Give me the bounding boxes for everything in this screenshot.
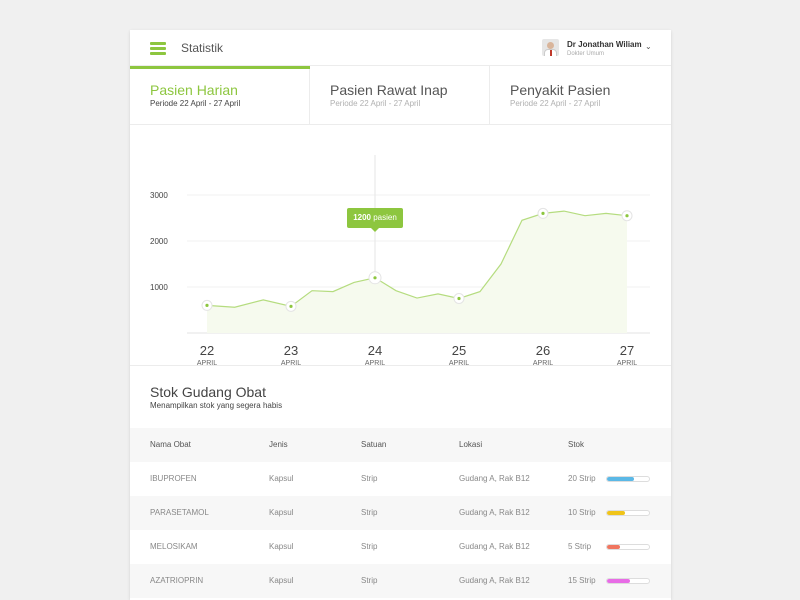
y-tick-label: 1000: [150, 283, 168, 292]
stock-section-title: Stok Gudang Obat: [150, 384, 266, 400]
avatar[interactable]: [542, 39, 559, 56]
x-tick-month: APRIL: [617, 360, 637, 366]
column-header-stock[interactable]: Stok: [568, 428, 584, 462]
y-tick-label: 2000: [150, 237, 168, 246]
medicine-location: Gudang A, Rak B12: [459, 474, 530, 483]
series-area: [207, 211, 627, 333]
medicine-name: PARASETAMOL: [150, 508, 209, 517]
stock-level-fill: [607, 579, 631, 583]
line-chart: 3000 2000 1000 22 APRIL 23 APRIL 24 APRIL 25 APRIL…: [150, 155, 650, 366]
data-point-dot: [625, 214, 629, 218]
tab-period: Periode 22 April - 27 April: [330, 99, 421, 108]
stock-level-fill: [607, 477, 635, 481]
data-point-dot: [457, 296, 461, 301]
medicine-type: Kapsul: [269, 542, 294, 551]
stock-level-bar: [606, 476, 650, 482]
x-tick-day: 22: [200, 343, 214, 358]
medicine-unit: Strip: [361, 576, 378, 585]
top-bar: Statistik Dr Jonathan Wiliam Dokter Umum…: [130, 30, 671, 66]
medicine-location: Gudang A, Rak B12: [459, 508, 530, 517]
tab-period: Periode 22 April - 27 April: [510, 99, 601, 108]
column-header-name[interactable]: Nama Obat: [150, 428, 191, 462]
medicine-type: Kapsul: [269, 508, 294, 517]
table-row[interactable]: AZATRIOPRIN Kapsul Strip Gudang A, Rak B…: [130, 564, 671, 598]
stock-level-bar: [606, 510, 650, 516]
tab-label: Pasien Rawat Inap: [330, 82, 448, 98]
medicine-stock: 10 Strip: [568, 508, 596, 517]
stock-section-subtitle: Menampilkan stok yang segera habis: [150, 401, 283, 410]
x-tick-day: 24: [368, 343, 382, 358]
medicine-unit: Strip: [361, 474, 378, 483]
x-tick-day: 26: [536, 343, 550, 358]
table-row[interactable]: IBUPROFEN Kapsul Strip Gudang A, Rak B12…: [130, 462, 671, 496]
x-tick-day: 27: [620, 343, 634, 358]
user-role: Dokter Umum: [567, 51, 605, 57]
tab-penyakit-pasien[interactable]: Penyakit Pasien Periode 22 April - 27 Ap…: [490, 66, 671, 125]
x-tick-month: APRIL: [281, 360, 301, 366]
dashboard-card: Statistik Dr Jonathan Wiliam Dokter Umum…: [130, 30, 671, 600]
page-title: Statistik: [181, 41, 224, 55]
x-tick-day: 23: [284, 343, 298, 358]
daily-patients-chart: 3000 2000 1000 22 APRIL 23 APRIL 24 APRIL 25 APRIL…: [130, 125, 671, 366]
column-header-location[interactable]: Lokasi: [459, 428, 482, 462]
menu-icon[interactable]: [150, 42, 166, 55]
medicine-name: IBUPROFEN: [150, 474, 197, 483]
active-tab-indicator: [130, 66, 310, 69]
data-point-dot: [373, 276, 377, 280]
tooltip-value: 1200: [353, 213, 371, 222]
tab-label: Penyakit Pasien: [510, 82, 611, 98]
x-tick-day: 25: [452, 343, 466, 358]
medicine-name: MELOSIKAM: [150, 542, 198, 551]
stock-level-bar: [606, 544, 650, 550]
medicine-stock: 5 Strip: [568, 542, 592, 551]
stock-table: Nama Obat Jenis Satuan Lokasi Stok IBUPR…: [130, 428, 671, 598]
user-name[interactable]: Dr Jonathan Wiliam: [567, 40, 642, 49]
tab-period: Periode 22 April - 27 April: [150, 99, 241, 108]
medicine-unit: Strip: [361, 542, 378, 551]
medicine-type: Kapsul: [269, 474, 294, 483]
medicine-type: Kapsul: [269, 576, 294, 585]
x-tick-month: APRIL: [365, 360, 385, 366]
data-point-dot: [289, 304, 293, 308]
y-tick-label: 3000: [150, 191, 168, 200]
tooltip-unit: pasien: [373, 213, 397, 222]
x-tick-month: APRIL: [449, 360, 469, 366]
stock-level-fill: [607, 545, 620, 549]
table-row[interactable]: PARASETAMOL Kapsul Strip Gudang A, Rak B…: [130, 496, 671, 530]
tab-label: Pasien Harian: [150, 82, 238, 98]
medicine-location: Gudang A, Rak B12: [459, 542, 530, 551]
stock-level-bar: [606, 578, 650, 584]
medicine-name: AZATRIOPRIN: [150, 576, 204, 585]
tab-pasien-rawat-inap[interactable]: Pasien Rawat Inap Periode 22 April - 27 …: [310, 66, 490, 125]
data-point-dot: [205, 303, 209, 307]
table-header: Nama Obat Jenis Satuan Lokasi Stok: [130, 428, 671, 462]
column-header-type[interactable]: Jenis: [269, 428, 288, 462]
chart-tooltip: 1200 pasien: [347, 208, 403, 232]
medicine-stock: 15 Strip: [568, 576, 596, 585]
column-header-unit[interactable]: Satuan: [361, 428, 386, 462]
table-row[interactable]: MELOSIKAM Kapsul Strip Gudang A, Rak B12…: [130, 530, 671, 564]
chevron-down-icon[interactable]: ⌄: [645, 42, 652, 51]
medicine-stock: 20 Strip: [568, 474, 596, 483]
x-tick-month: APRIL: [533, 360, 553, 366]
tab-pasien-harian[interactable]: Pasien Harian Periode 22 April - 27 Apri…: [130, 66, 310, 125]
tab-bar: Pasien Harian Periode 22 April - 27 Apri…: [130, 66, 671, 125]
stock-level-fill: [607, 511, 625, 515]
medicine-location: Gudang A, Rak B12: [459, 576, 530, 585]
x-tick-month: APRIL: [197, 360, 217, 366]
medicine-unit: Strip: [361, 508, 378, 517]
data-point-dot: [541, 211, 545, 215]
